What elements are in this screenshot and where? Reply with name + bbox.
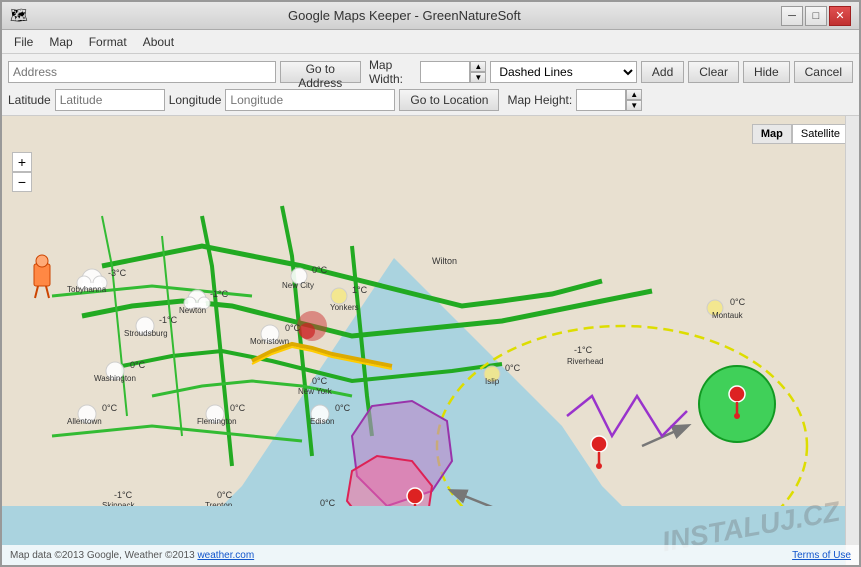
svg-text:0°C: 0°C [102, 403, 118, 413]
map-container[interactable]: -3°C Tobyhanna -1°C Newton -1°C Stroudsb… [2, 116, 859, 565]
map-height-up[interactable]: ▲ [626, 89, 642, 100]
window-icon: 🗺 [10, 7, 28, 24]
svg-text:0°C: 0°C [730, 297, 746, 307]
window-title: Google Maps Keeper - GreenNatureSoft [28, 8, 781, 23]
menu-about[interactable]: About [135, 33, 182, 51]
map-type-satellite-button[interactable]: Satellite [792, 124, 849, 144]
goto-address-button[interactable]: Go to Address [280, 61, 361, 83]
toolbar: Go to Address Map Width: 800 ▲ ▼ Dashed … [2, 54, 859, 116]
map-width-up[interactable]: ▲ [470, 61, 486, 72]
line-style-dropdown[interactable]: Dashed Lines Solid Lines Dotted Lines [490, 61, 637, 83]
svg-text:New York: New York [298, 387, 333, 396]
svg-text:-1°C: -1°C [210, 289, 229, 299]
map-width-input[interactable]: 800 [420, 61, 470, 83]
map-width-label: Map Width: [369, 58, 416, 86]
longitude-label: Longitude [169, 93, 222, 107]
map-svg: -3°C Tobyhanna -1°C Newton -1°C Stroudsb… [2, 116, 849, 506]
map-width-down[interactable]: ▼ [470, 72, 486, 83]
svg-text:Montauk: Montauk [712, 311, 744, 320]
address-input[interactable] [8, 61, 276, 83]
svg-text:1°C: 1°C [352, 285, 368, 295]
title-bar-buttons: ─ □ ✕ [781, 6, 851, 26]
svg-text:0°C: 0°C [312, 265, 328, 275]
map-scrollbar[interactable] [845, 116, 859, 565]
clear-button[interactable]: Clear [688, 61, 739, 83]
svg-text:New City: New City [282, 281, 314, 290]
svg-text:Riverhead: Riverhead [567, 357, 603, 366]
toolbar-row-1: Go to Address Map Width: 800 ▲ ▼ Dashed … [8, 58, 853, 86]
latitude-input[interactable] [55, 89, 165, 111]
hide-button[interactable]: Hide [743, 61, 790, 83]
svg-text:0°C: 0°C [130, 360, 146, 370]
map-height-down[interactable]: ▼ [626, 100, 642, 111]
zoom-out-button[interactable]: − [12, 172, 32, 192]
minimize-button[interactable]: ─ [781, 6, 803, 26]
svg-text:Edison: Edison [310, 417, 334, 426]
map-type-controls: Map Satellite [752, 124, 849, 144]
svg-text:-1°C: -1°C [114, 490, 133, 500]
map-width-spinner: 800 ▲ ▼ [420, 61, 486, 83]
map-width-spinner-buttons: ▲ ▼ [470, 61, 486, 83]
svg-text:Yonkers: Yonkers [330, 303, 359, 312]
svg-text:Morristown: Morristown [250, 337, 289, 346]
goto-location-button[interactable]: Go to Location [399, 89, 499, 111]
svg-text:Wilton: Wilton [432, 256, 457, 266]
svg-text:0°C: 0°C [285, 323, 301, 333]
latitude-label: Latitude [8, 93, 51, 107]
map-terms[interactable]: Terms of Use [792, 550, 851, 561]
main-window: 🗺 Google Maps Keeper - GreenNatureSoft ─… [0, 0, 861, 567]
map-copyright: Map data ©2013 Google, Weather ©2013 wea… [10, 550, 254, 561]
title-bar: 🗺 Google Maps Keeper - GreenNatureSoft ─… [2, 2, 859, 30]
map-height-label: Map Height: [507, 93, 572, 107]
menu-bar: File Map Format About [2, 30, 859, 54]
map-type-map-button[interactable]: Map [752, 124, 792, 144]
zoom-controls: + − [12, 152, 32, 192]
svg-text:Newton: Newton [179, 306, 206, 315]
svg-text:0°C: 0°C [335, 403, 351, 413]
svg-text:-1°C: -1°C [159, 315, 178, 325]
svg-text:Skippack: Skippack [102, 501, 135, 506]
svg-text:Allentown: Allentown [67, 417, 102, 426]
menu-map[interactable]: Map [41, 33, 80, 51]
svg-text:0°C: 0°C [505, 363, 521, 373]
zoom-in-button[interactable]: + [12, 152, 32, 172]
map-footer: Map data ©2013 Google, Weather ©2013 wea… [2, 545, 859, 565]
map-height-spinner: 400 ▲ ▼ [576, 89, 642, 111]
svg-text:Trenton: Trenton [205, 501, 232, 506]
svg-text:0°C: 0°C [320, 498, 336, 506]
map-height-spinner-buttons: ▲ ▼ [626, 89, 642, 111]
svg-text:-1°C: -1°C [574, 345, 593, 355]
svg-text:0°C: 0°C [217, 490, 233, 500]
svg-text:Washington: Washington [94, 374, 136, 383]
menu-format[interactable]: Format [81, 33, 135, 51]
svg-text:-3°C: -3°C [108, 268, 127, 278]
svg-text:Tobyhanna: Tobyhanna [67, 285, 107, 294]
svg-text:0°C: 0°C [230, 403, 246, 413]
close-button[interactable]: ✕ [829, 6, 851, 26]
longitude-input[interactable] [225, 89, 395, 111]
svg-text:0°C: 0°C [312, 376, 328, 386]
add-button[interactable]: Add [641, 61, 684, 83]
menu-file[interactable]: File [6, 33, 41, 51]
cancel-button[interactable]: Cancel [794, 61, 853, 83]
svg-text:Flemington: Flemington [197, 417, 237, 426]
toolbar-row-2: Latitude Longitude Go to Location Map He… [8, 89, 853, 111]
svg-text:Stroudsburg: Stroudsburg [124, 329, 168, 338]
weather-link[interactable]: weather.com [197, 550, 254, 561]
svg-text:Islip: Islip [485, 377, 500, 386]
restore-button[interactable]: □ [805, 6, 827, 26]
map-height-input[interactable]: 400 [576, 89, 626, 111]
